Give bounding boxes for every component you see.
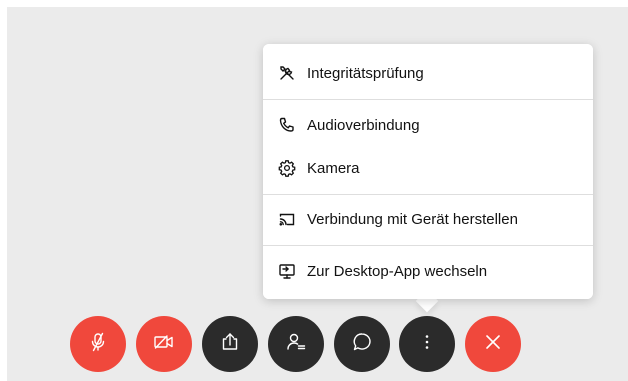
gear-icon bbox=[277, 158, 297, 178]
menu-item-label: Audioverbindung bbox=[307, 116, 420, 134]
desktop-app-icon bbox=[277, 261, 297, 281]
video-off-icon bbox=[152, 331, 176, 358]
menu-body: Integritätsprüfung Audioverbindung Kamer… bbox=[263, 44, 593, 299]
menu-item-audio-connection[interactable]: Audioverbindung bbox=[263, 105, 593, 145]
more-vertical-icon bbox=[416, 331, 438, 358]
chat-bubble-icon bbox=[351, 331, 373, 358]
more-options-button[interactable] bbox=[399, 316, 455, 372]
menu-item-switch-desktop-app[interactable]: Zur Desktop-App wechseln bbox=[263, 251, 593, 291]
stop-video-button[interactable] bbox=[136, 316, 192, 372]
participants-icon bbox=[285, 331, 307, 358]
mute-button[interactable] bbox=[70, 316, 126, 372]
menu-divider bbox=[263, 194, 593, 195]
menu-item-label: Integritätsprüfung bbox=[307, 64, 424, 82]
menu-item-camera[interactable]: Kamera bbox=[263, 148, 593, 188]
tools-icon bbox=[277, 63, 297, 83]
more-options-menu: Integritätsprüfung Audioverbindung Kamer… bbox=[263, 44, 593, 299]
cast-icon bbox=[277, 209, 297, 229]
share-icon bbox=[219, 331, 241, 358]
mic-muted-icon bbox=[87, 331, 109, 358]
menu-divider bbox=[263, 245, 593, 246]
phone-icon bbox=[277, 115, 297, 135]
menu-item-label: Verbindung mit Gerät herstellen bbox=[307, 210, 518, 228]
participants-button[interactable] bbox=[268, 316, 324, 372]
leave-meeting-button[interactable] bbox=[465, 316, 521, 372]
close-icon bbox=[482, 331, 504, 358]
menu-item-label: Zur Desktop-App wechseln bbox=[307, 262, 488, 280]
menu-item-connect-device[interactable]: Verbindung mit Gerät herstellen bbox=[263, 199, 593, 239]
menu-divider bbox=[263, 99, 593, 100]
chat-button[interactable] bbox=[334, 316, 390, 372]
share-button[interactable] bbox=[202, 316, 258, 372]
menu-item-health-check[interactable]: Integritätsprüfung bbox=[263, 53, 593, 93]
menu-item-label: Kamera bbox=[307, 159, 360, 177]
